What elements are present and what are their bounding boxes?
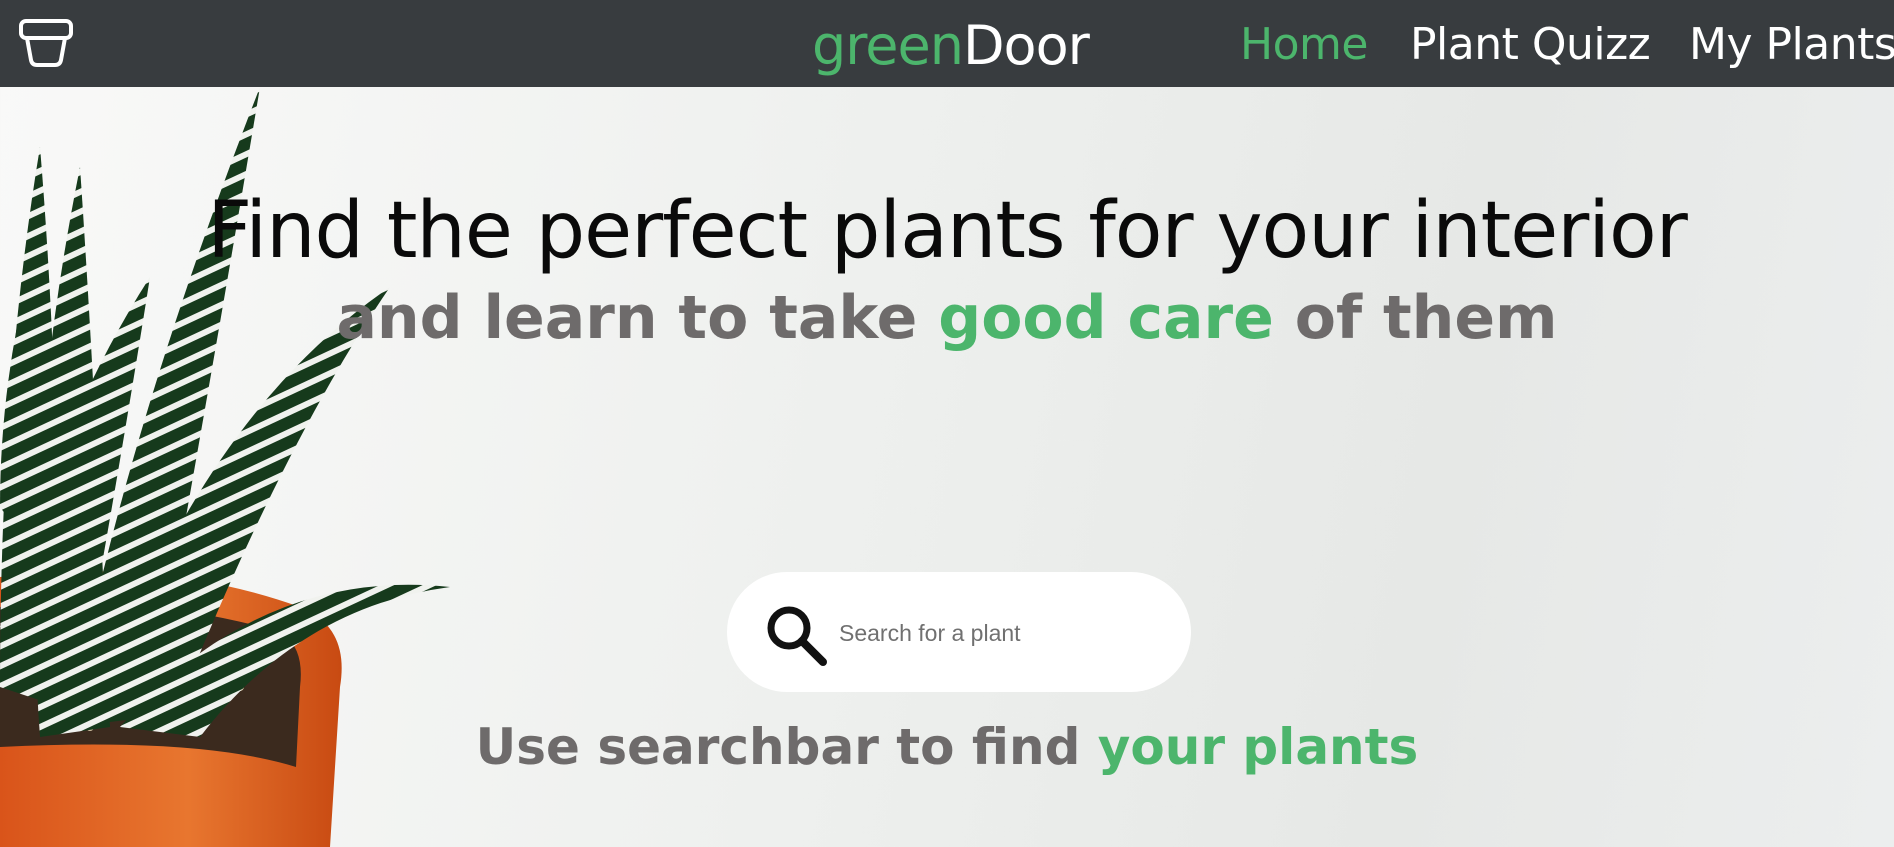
brand-logo[interactable]: greenDoor xyxy=(812,14,1090,78)
search-hint-pre: Use searchbar to find xyxy=(475,718,1098,776)
navbar: greenDoor Home Plant Quizz My Plants xyxy=(0,0,1894,87)
brand-white-part: Door xyxy=(962,14,1090,77)
hero-subtitle-pre: and learn to take xyxy=(336,283,939,353)
search-icon[interactable] xyxy=(765,604,829,668)
hero-subtitle-highlight: good care xyxy=(938,283,1274,353)
hero-subtitle: and learn to take good care of them xyxy=(0,282,1894,354)
search-hint-highlight: your plants xyxy=(1097,718,1419,776)
nav-link-plant-quizz[interactable]: Plant Quizz xyxy=(1410,18,1651,72)
nav-link-home[interactable]: Home xyxy=(1240,18,1368,72)
search-input[interactable] xyxy=(837,612,1171,654)
brand-green-part: green xyxy=(812,14,964,77)
search-hint: Use searchbar to find your plants xyxy=(0,716,1894,778)
hero-title: Find the perfect plants for your interio… xyxy=(207,186,1688,276)
search-bar[interactable] xyxy=(727,572,1191,692)
plant-pot-icon[interactable] xyxy=(18,18,74,68)
nav-link-my-plants[interactable]: My Plants xyxy=(1689,18,1894,72)
hero-subtitle-post: of them xyxy=(1273,283,1558,353)
